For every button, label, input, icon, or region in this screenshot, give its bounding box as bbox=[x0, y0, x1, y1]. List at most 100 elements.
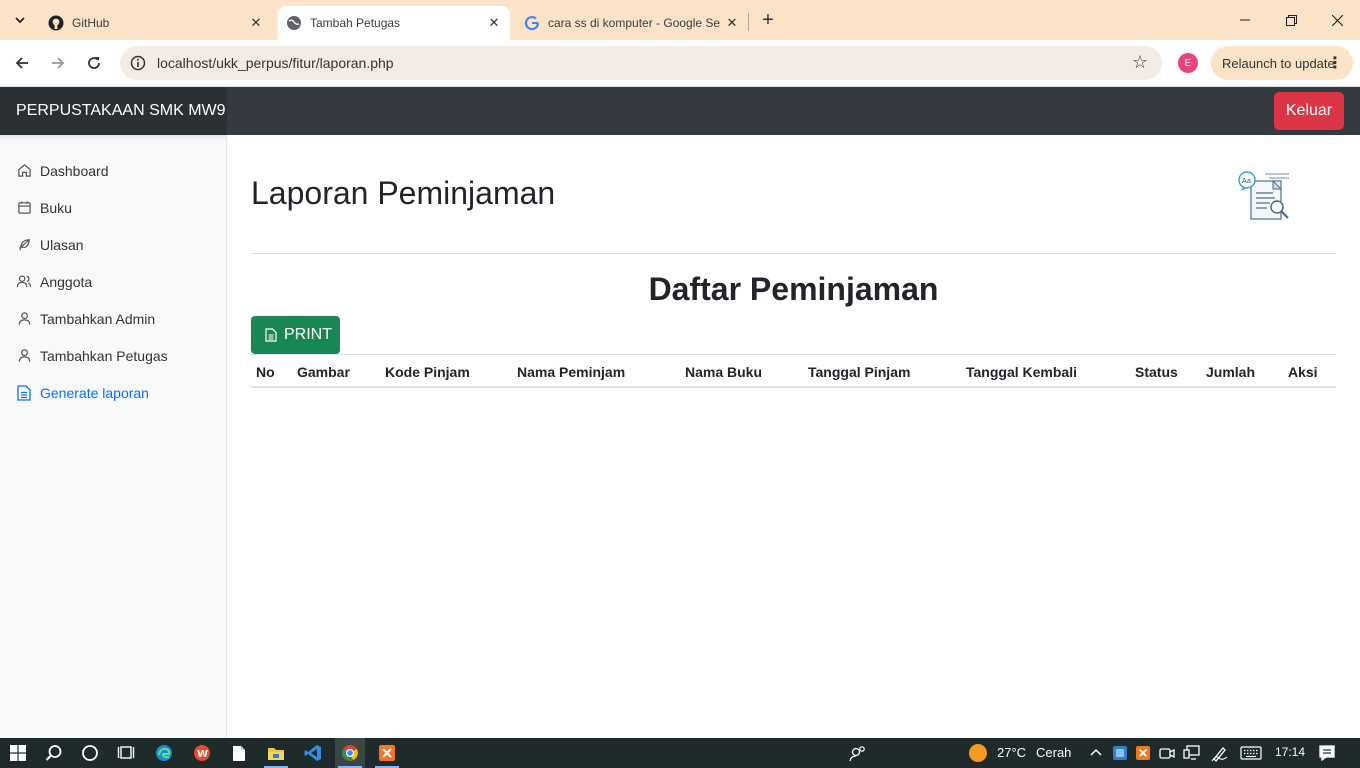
file-text-icon bbox=[16, 384, 32, 401]
sidebar-item-generate-laporan[interactable]: Generate laporan bbox=[0, 374, 226, 411]
url-text[interactable]: localhost/ukk_perpus/fitur/laporan.php bbox=[157, 55, 394, 71]
weather-description[interactable]: Cerah bbox=[1036, 745, 1071, 760]
profile-avatar[interactable]: E bbox=[1178, 53, 1198, 73]
feather-icon bbox=[16, 237, 32, 253]
tab-label: cara ss di komputer - Google Se bbox=[548, 16, 721, 30]
sidebar-item-dashboard[interactable]: Dashboard bbox=[0, 152, 226, 189]
notepad-icon[interactable] bbox=[227, 741, 251, 765]
tab-tambah-petugas[interactable]: Tambah Petugas ✕ bbox=[278, 6, 510, 40]
chrome-icon[interactable] bbox=[338, 741, 362, 765]
tab-google-search[interactable]: cara ss di komputer - Google Se ✕ bbox=[516, 6, 748, 40]
keyboard-icon[interactable] bbox=[1239, 741, 1263, 765]
reload-button[interactable] bbox=[81, 50, 107, 76]
user-icon bbox=[16, 348, 32, 364]
tray-app-icon[interactable] bbox=[1108, 741, 1132, 765]
relaunch-button[interactable]: Relaunch to update ⋮ bbox=[1211, 46, 1353, 80]
browser-tabstrip: GitHub ✕ Tambah Petugas ✕ cara ss di kom… bbox=[0, 0, 1360, 40]
people-icon[interactable] bbox=[845, 741, 869, 765]
github-icon bbox=[48, 15, 64, 31]
users-icon bbox=[16, 274, 32, 290]
windows-taskbar: W 27°C Cerah 17:14 bbox=[0, 738, 1360, 768]
file-text-icon bbox=[265, 328, 277, 342]
back-button[interactable] bbox=[9, 50, 35, 76]
clock-time[interactable]: 17:14 bbox=[1275, 745, 1305, 759]
close-icon bbox=[1331, 14, 1343, 26]
tray-xampp-icon[interactable] bbox=[1131, 741, 1155, 765]
xampp-icon[interactable] bbox=[375, 741, 399, 765]
home-icon bbox=[16, 163, 32, 179]
sidebar-item-label: Tambahkan Petugas bbox=[40, 347, 168, 364]
column-header: Aksi bbox=[1288, 364, 1318, 380]
forward-button[interactable] bbox=[45, 50, 71, 76]
column-header: Gambar bbox=[297, 364, 350, 380]
tab-github[interactable]: GitHub ✕ bbox=[40, 6, 272, 40]
print-button[interactable]: PRINT bbox=[251, 316, 340, 354]
sidebar-item-label: Dashboard bbox=[40, 162, 109, 179]
sidebar-item-anggota[interactable]: Anggota bbox=[0, 263, 226, 300]
user-icon bbox=[16, 311, 32, 327]
main-content: Laporan Peminjaman Aa Daftar Peminjaman … bbox=[227, 135, 1360, 738]
tab-separator bbox=[748, 13, 749, 31]
vscode-icon[interactable] bbox=[301, 741, 325, 765]
page-title: Laporan Peminjaman bbox=[251, 175, 556, 211]
arrow-right-icon bbox=[52, 57, 65, 69]
close-icon[interactable]: ✕ bbox=[724, 15, 740, 31]
column-header: No bbox=[256, 364, 275, 380]
restore-icon bbox=[1285, 14, 1297, 26]
site-info-icon[interactable] bbox=[128, 53, 148, 73]
calendar-icon bbox=[16, 200, 32, 216]
sidebar-item-ulasan[interactable]: Ulasan bbox=[0, 226, 226, 263]
report-illustration-icon: Aa bbox=[1237, 171, 1293, 225]
camera-icon[interactable] bbox=[1155, 741, 1179, 765]
brand-title[interactable]: PERPUSTAKAAN SMK MW9 bbox=[0, 87, 227, 135]
column-header: Tanggal Kembali bbox=[966, 364, 1077, 380]
google-icon bbox=[524, 15, 540, 31]
restore-button[interactable] bbox=[1268, 0, 1314, 40]
tab-label: GitHub bbox=[72, 16, 110, 30]
weather-temperature[interactable]: 27°C bbox=[997, 745, 1026, 760]
sidebar-item-tambahkan-admin[interactable]: Tambahkan Admin bbox=[0, 300, 226, 337]
header-divider bbox=[251, 253, 1336, 254]
svg-text:Aa: Aa bbox=[1242, 177, 1251, 185]
sidebar: Dashboard Buku Ulasan Anggota Tambahkan … bbox=[0, 135, 227, 738]
plus-icon: + bbox=[762, 8, 774, 31]
app-navbar: PERPUSTAKAAN SMK MW9 Keluar bbox=[0, 87, 1360, 135]
print-label: PRINT bbox=[284, 326, 332, 343]
chevron-up-icon[interactable] bbox=[1084, 741, 1108, 765]
task-view-icon[interactable] bbox=[114, 741, 138, 765]
tab-search-button[interactable] bbox=[8, 8, 32, 32]
sidebar-item-buku[interactable]: Buku bbox=[0, 189, 226, 226]
sidebar-item-label: Generate laporan bbox=[40, 384, 149, 401]
close-window-button[interactable] bbox=[1314, 0, 1360, 40]
loans-table-header: No Gambar Kode Pinjam Nama Peminjam Nama… bbox=[251, 354, 1336, 388]
sidebar-item-label: Tambahkan Admin bbox=[40, 310, 156, 327]
cortana-icon[interactable] bbox=[78, 741, 102, 765]
minimize-button[interactable] bbox=[1222, 0, 1268, 40]
sidebar-item-label: Ulasan bbox=[40, 236, 84, 253]
pen-icon[interactable] bbox=[1207, 741, 1231, 765]
relaunch-label: Relaunch to update bbox=[1222, 55, 1335, 71]
notification-icon[interactable] bbox=[1315, 741, 1339, 765]
logout-button[interactable]: Keluar bbox=[1274, 92, 1344, 130]
column-header: Status bbox=[1135, 364, 1178, 380]
minimize-icon bbox=[1240, 19, 1250, 21]
svg-text:W: W bbox=[197, 749, 208, 760]
sidebar-item-tambahkan-petugas[interactable]: Tambahkan Petugas bbox=[0, 337, 226, 374]
address-bar[interactable]: localhost/ukk_perpus/fitur/laporan.php ☆ bbox=[120, 46, 1162, 80]
close-icon[interactable]: ✕ bbox=[248, 15, 264, 31]
more-vert-icon[interactable]: ⋮ bbox=[1327, 53, 1343, 73]
column-header: Nama Peminjam bbox=[517, 364, 626, 380]
file-explorer-icon[interactable] bbox=[264, 741, 288, 765]
windows-start-icon[interactable] bbox=[6, 741, 30, 765]
bookmark-star-icon[interactable]: ☆ bbox=[1132, 52, 1148, 73]
edge-icon[interactable] bbox=[152, 741, 176, 765]
new-tab-button[interactable]: + bbox=[756, 8, 780, 32]
search-icon[interactable] bbox=[42, 741, 66, 765]
weather-sun-icon[interactable] bbox=[966, 741, 990, 765]
browser-toolbar: localhost/ukk_perpus/fitur/laporan.php ☆… bbox=[0, 40, 1360, 87]
wps-office-icon[interactable]: W bbox=[190, 741, 214, 765]
network-icon[interactable] bbox=[1179, 741, 1203, 765]
column-header: Jumlah bbox=[1206, 364, 1256, 380]
close-icon[interactable]: ✕ bbox=[486, 15, 502, 31]
sidebar-item-label: Anggota bbox=[40, 273, 93, 290]
